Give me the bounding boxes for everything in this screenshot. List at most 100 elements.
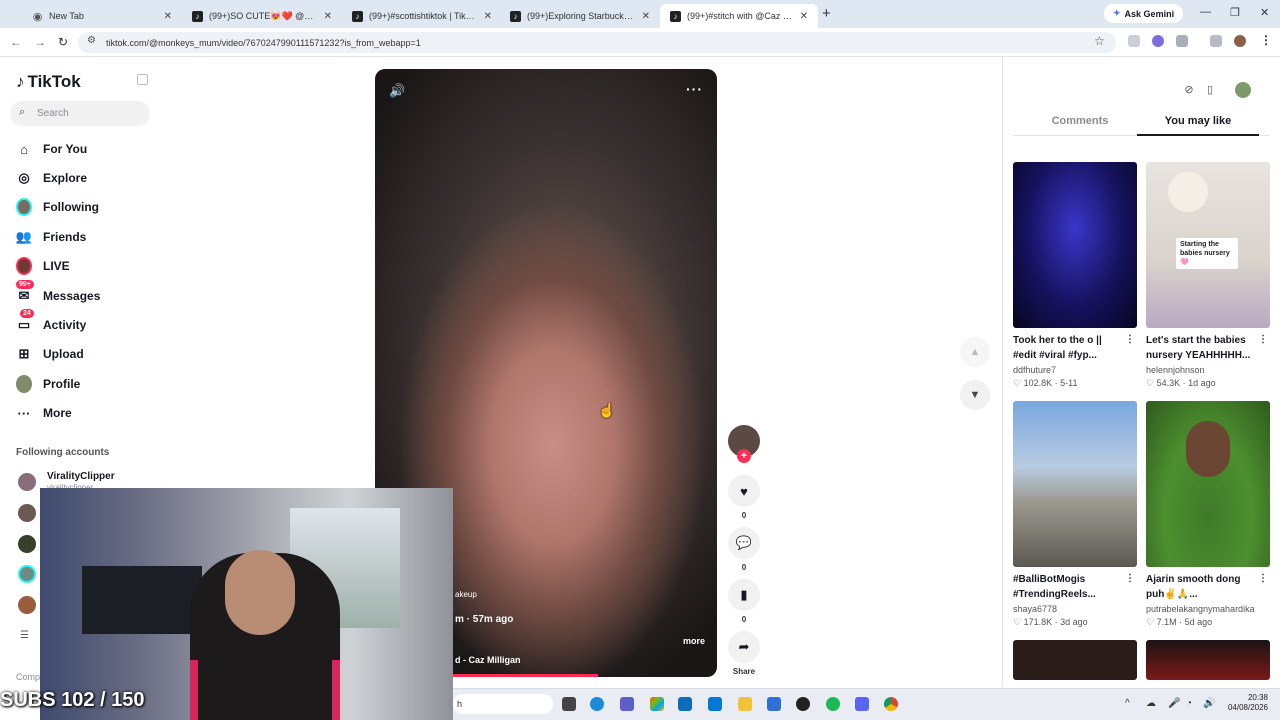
card-more-icon[interactable]: ⋮ [1125,334,1135,345]
card-username[interactable]: shaya6778 [1013,604,1137,614]
card-more-icon[interactable]: ⋮ [1258,334,1268,345]
compass-icon[interactable]: ⊘ [1182,83,1196,97]
close-window-icon[interactable]: ✕ [1260,6,1269,19]
previous-video-button[interactable]: ▲ [960,337,990,367]
follow-plus-icon[interactable]: + [737,449,751,463]
save-button[interactable]: ▮ [728,579,760,611]
collapse-sidebar-icon[interactable] [137,74,148,85]
card-title[interactable]: #BalliBotMogis #TrendingReels... [1013,572,1137,602]
nav-more[interactable]: ··· More [16,404,72,422]
recommended-video-card[interactable]: Took her to the o || #edit #viral #fyp..… [1013,162,1137,389]
video-music[interactable]: d - Caz Milligan [455,655,521,665]
nav-for-you[interactable]: ⌂ For You [16,140,87,158]
site-info-icon[interactable]: ⚙ [87,35,96,46]
chrome-icon[interactable] [884,697,898,711]
new-tab-button[interactable]: + [822,5,831,22]
file-explorer-icon[interactable] [738,697,752,711]
video-thumbnail[interactable] [1013,401,1137,567]
recommended-video-card[interactable]: Starting the babies nursery🩷 Let's start… [1146,162,1270,389]
avatar[interactable] [18,596,36,614]
copilot-icon[interactable] [650,697,664,711]
card-title[interactable]: Ajarin smooth dong puh✌️🙏... [1146,572,1270,602]
spotify-icon[interactable] [826,697,840,711]
edge-icon[interactable] [590,697,604,711]
nav-activity[interactable]: ▭ 24 Activity [16,309,86,334]
tab-you-may-like[interactable]: You may like [1137,115,1259,127]
reload-icon[interactable]: ↻ [58,35,68,49]
close-icon[interactable]: ✕ [484,11,492,22]
media-icon[interactable] [1210,35,1222,47]
video-thumbnail[interactable] [1013,640,1137,680]
close-icon[interactable]: ✕ [800,11,808,22]
forward-icon[interactable]: → [34,35,46,49]
photos-icon[interactable] [767,697,781,711]
extension-shield-icon[interactable] [1128,35,1140,47]
browser-tab[interactable]: ♪ (99+)SO CUTE😻❤️ @Caz Milli ✕ [182,4,342,28]
teams-icon[interactable] [620,697,634,711]
bookmark-star-icon[interactable]: ☆ [1094,34,1105,48]
nav-explore[interactable]: ◎ Explore [16,169,87,187]
tab-comments[interactable]: Comments [1019,115,1141,127]
card-more-icon[interactable]: ⋮ [1258,573,1268,584]
card-title[interactable]: Took her to the o || #edit #viral #fyp..… [1013,333,1137,363]
video-thumbnail[interactable] [1013,162,1137,328]
list-icon[interactable]: ☰ [20,630,29,641]
share-button[interactable]: ➦ [728,631,760,663]
next-video-button[interactable]: ▼ [960,380,990,410]
like-button[interactable]: ♥ [728,475,760,507]
nav-messages[interactable]: ✉ 99+ Messages [16,280,100,305]
nav-friends[interactable]: 👥 Friends [16,228,86,246]
close-icon[interactable]: ✕ [642,11,650,22]
discord-icon[interactable] [855,697,869,711]
video-progress-bar[interactable] [453,674,598,677]
card-username[interactable]: putrabelakangnymahardika [1146,604,1270,614]
nav-upload[interactable]: ⊞ Upload [16,345,84,363]
nav-following[interactable]: Following [16,198,99,216]
video-thumbnail[interactable]: Starting the babies nursery🩷 [1146,162,1270,328]
search-input[interactable]: ⌕ Search [10,101,150,126]
recommended-video-card[interactable]: Ajarin smooth dong puh✌️🙏... ⋮ putrabela… [1146,401,1270,628]
video-hashtag[interactable]: akeup [455,590,477,599]
wifi-icon[interactable]: ◔ [1186,698,1192,709]
tiktok-logo[interactable]: ♪ TikTok [16,72,81,92]
video-thumbnail[interactable] [1146,401,1270,567]
browser-tab[interactable]: ◉ New Tab ✕ [22,4,182,28]
taskbar-search[interactable]: h [453,694,553,714]
outlook-icon[interactable] [708,697,722,711]
avatar[interactable] [1235,82,1251,98]
recommended-video-card[interactable]: #BalliBotMogis #TrendingReels... ⋮ shaya… [1013,401,1137,628]
following-account-name[interactable]: ViralityClipper [47,471,115,482]
browser-tab[interactable]: ♪ (99+)Exploring Starbucks Orde ✕ [500,4,660,28]
clock[interactable]: 20:38 04/08/2026 [1222,693,1268,713]
store-icon[interactable] [678,697,692,711]
puzzle-icon[interactable] [1176,35,1188,47]
browser-tab-active[interactable]: ♪ (99+)#stitch with @Caz Milliga ✕ [660,4,818,28]
avatar[interactable] [18,565,36,583]
avatar[interactable] [18,504,36,522]
more-options-icon[interactable]: ··· [686,81,703,97]
back-icon[interactable]: ← [10,35,22,49]
cloud-icon[interactable]: ☁ [1146,698,1156,709]
minimize-icon[interactable]: — [1200,6,1211,18]
caption-more-button[interactable]: more [683,636,705,646]
video-thumbnail[interactable] [1146,640,1270,680]
volume-icon[interactable]: 🔊 [1203,698,1215,709]
obs-icon[interactable] [796,697,810,711]
nav-live[interactable]: LIVE [16,257,70,275]
task-view-icon[interactable] [562,697,576,711]
chevron-up-icon[interactable]: ^ [1125,698,1130,709]
menu-icon[interactable]: ⋮ [1260,33,1272,47]
nav-profile[interactable]: Profile [16,375,80,393]
maximize-icon[interactable]: ❐ [1230,6,1240,19]
close-icon[interactable]: ✕ [164,11,172,22]
url-bar[interactable]: ⚙ tiktok.com/@monkeys_mum/video/76702479… [78,32,1116,53]
volume-icon[interactable]: 🔊 [389,83,405,99]
avatar[interactable] [18,473,36,491]
card-title[interactable]: Let's start the babies nursery YEAHHHHH.… [1146,333,1270,363]
profile-avatar[interactable] [1234,35,1246,47]
mic-icon[interactable]: 🎤 [1168,698,1180,709]
avatar[interactable] [18,535,36,553]
browser-tab[interactable]: ♪ (99+)#scottishtiktok | TikTok ✕ [342,4,502,28]
ask-gemini-button[interactable]: ✦ Ask Gemini [1104,4,1184,23]
extension-icon[interactable] [1152,35,1164,47]
